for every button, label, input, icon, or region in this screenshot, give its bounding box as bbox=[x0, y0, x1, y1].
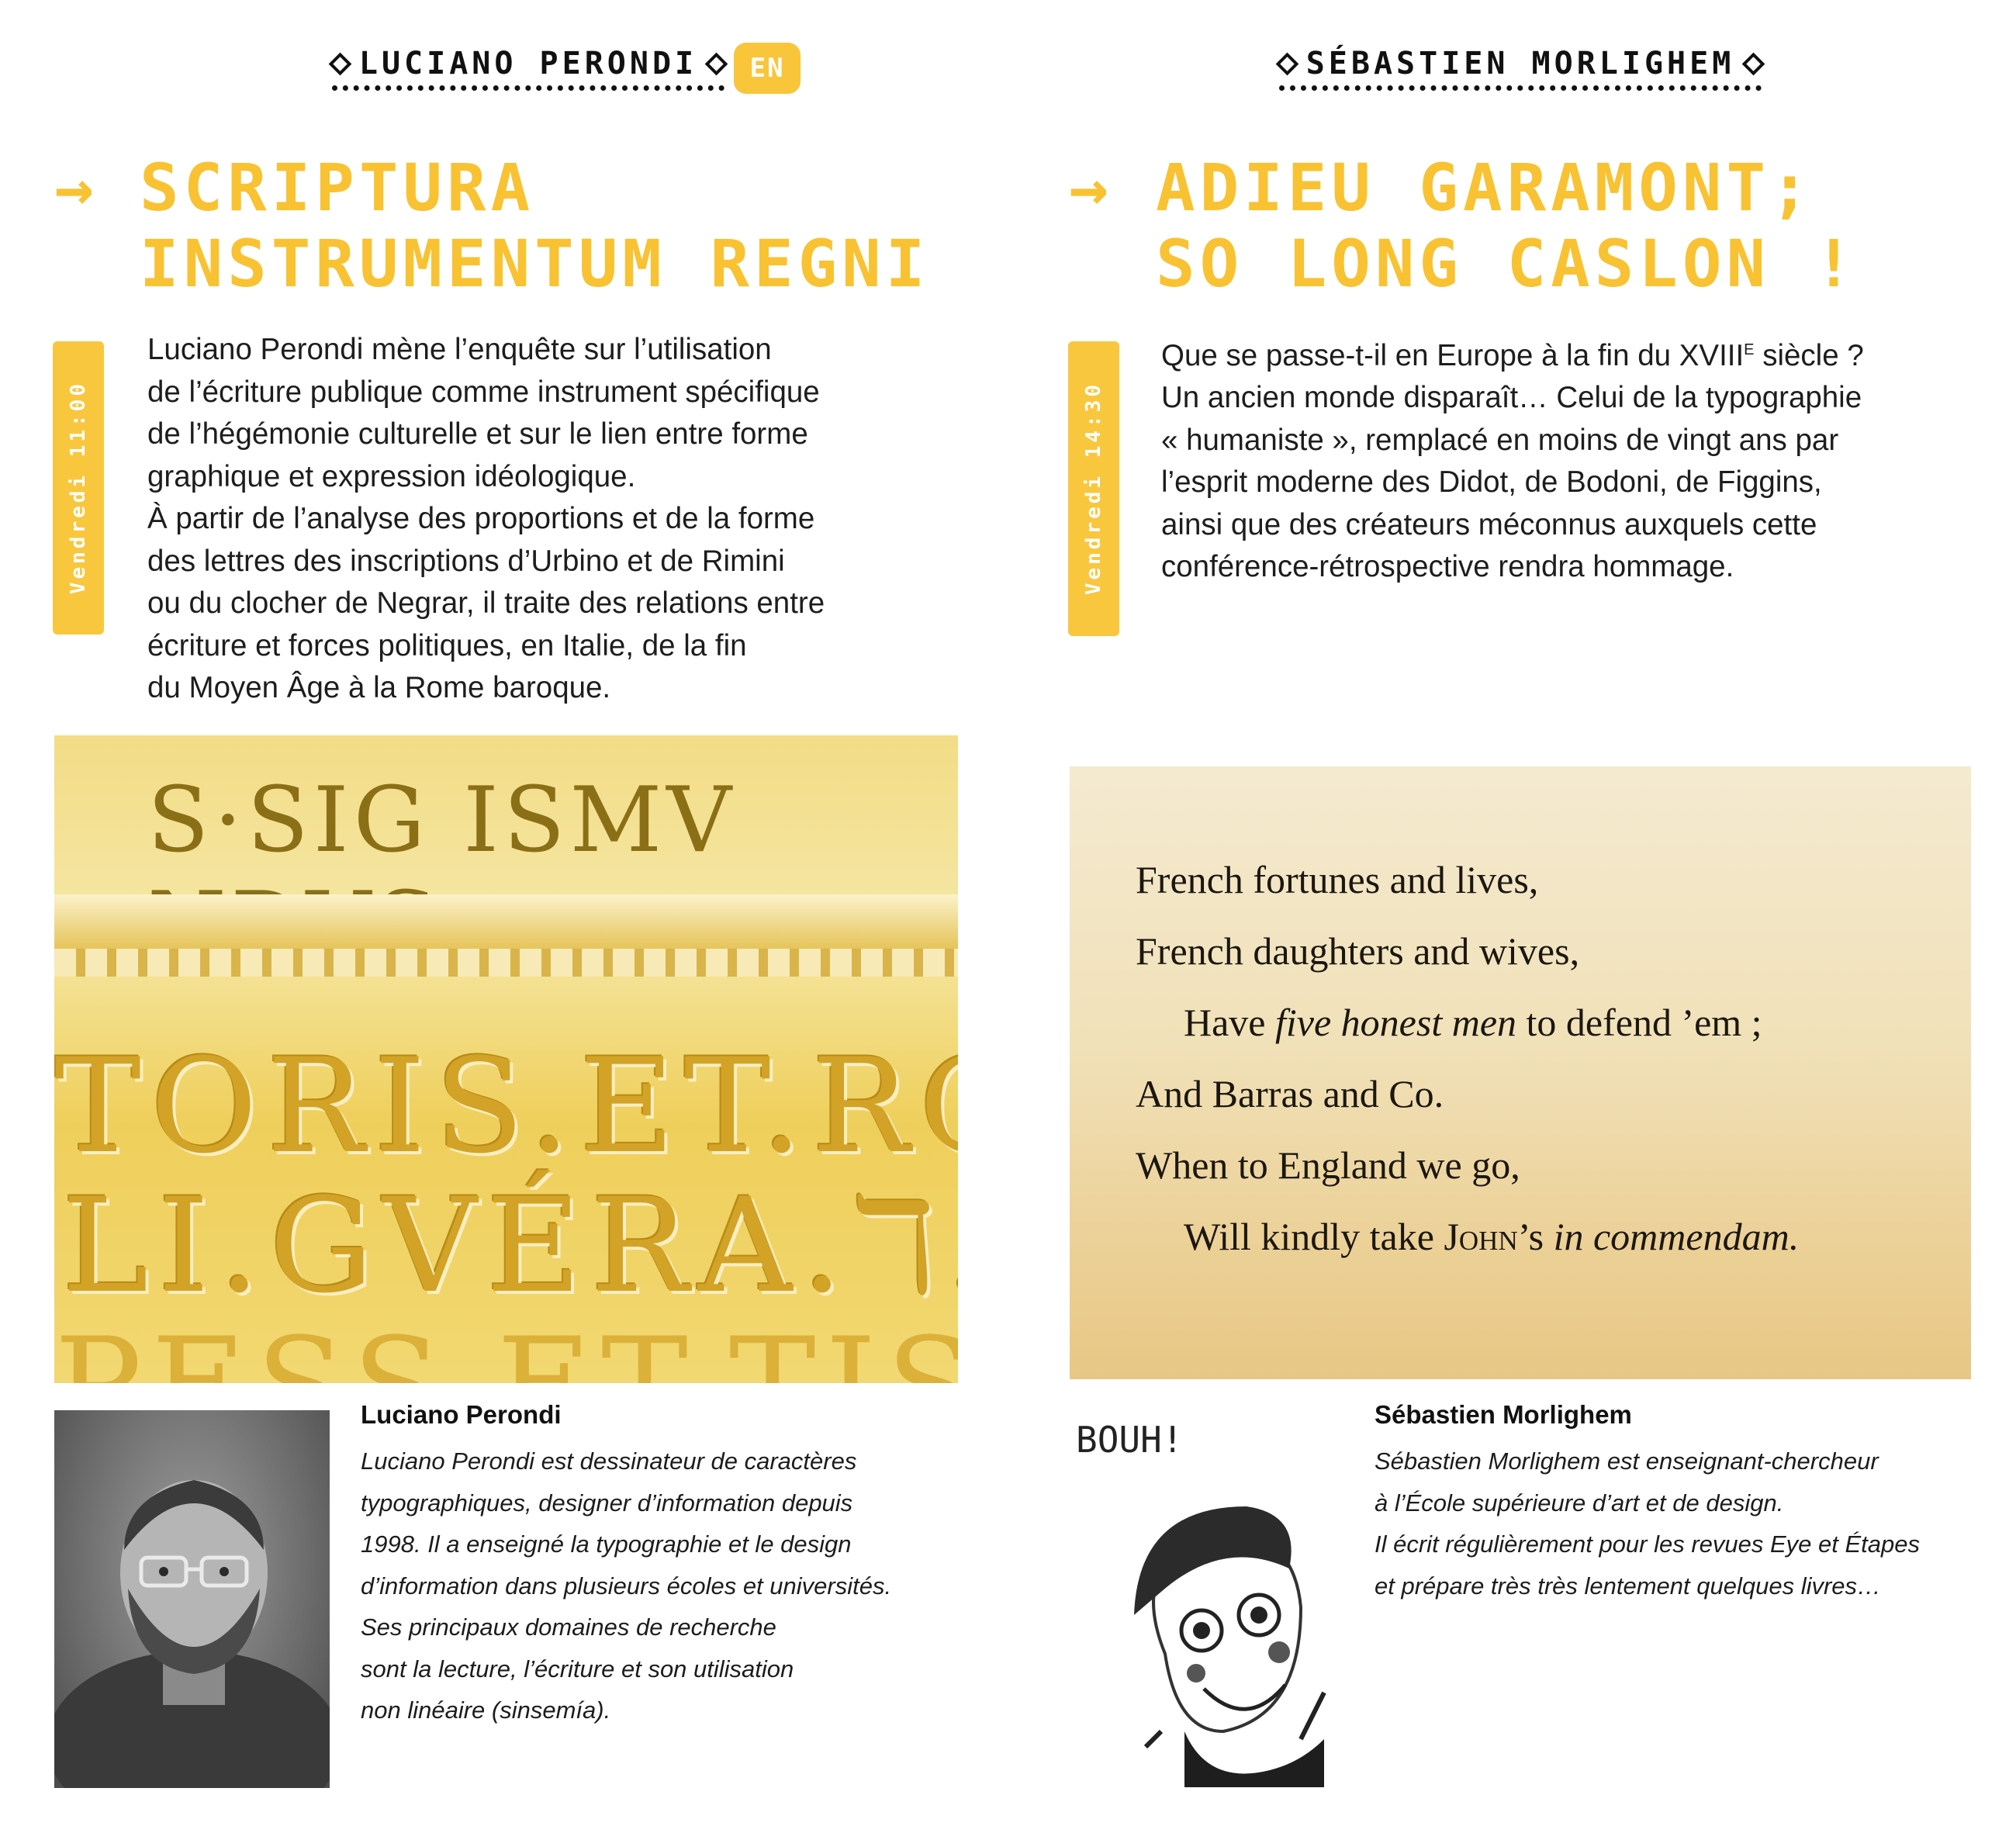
bio-line: d’information dans plusieurs écoles et u… bbox=[361, 1572, 892, 1600]
poem-line: French daughters and wives, bbox=[1136, 929, 1580, 973]
poem-fragment: Will kindly take bbox=[1184, 1215, 1444, 1258]
abstract-line: À partir de l’analyse des proportions et… bbox=[147, 502, 815, 535]
poem-text: French fortunes and lives, French daught… bbox=[1136, 844, 1799, 1272]
inscription-row: TORIS.ET.RO bbox=[54, 1030, 958, 1182]
right-title-line1: Adieu Garamont; bbox=[1156, 150, 1814, 226]
left-speaker-label: Luciano Perondi bbox=[358, 46, 698, 81]
bio-line: Il écrit régulièrement pour les revues E… bbox=[1375, 1530, 1921, 1558]
diamond-icon bbox=[704, 52, 728, 75]
abstract-line1-text: Que se passe-t-il en Europe à la fin du … bbox=[1161, 338, 1745, 372]
left-day-badge: Vendredi 11:00 bbox=[53, 341, 104, 635]
abstract-line: Que se passe-t-il en Europe à la fin du … bbox=[1161, 329, 1983, 377]
inscription-row: PESS.ET.TIS bbox=[54, 1309, 958, 1383]
bio-line: et prépare très très lentement quelques … bbox=[1375, 1572, 1882, 1600]
bio-line: à l’École supérieure d’art et de design. bbox=[1375, 1489, 1784, 1517]
poem-fragment: Have bbox=[1184, 1001, 1275, 1044]
printed-poem-photo: French fortunes and lives, French daught… bbox=[1070, 766, 1971, 1379]
drawing-caption: BOUH! bbox=[1076, 1419, 1183, 1461]
left-title-line1: Scriptura bbox=[140, 150, 535, 226]
drawing-illustration: BOUH! bbox=[1076, 1419, 1326, 1787]
right-bio: Sébastien Morlighem Sébastien Morlighem … bbox=[1375, 1400, 1980, 1606]
left-title-arrow-icon: → bbox=[54, 150, 94, 226]
bio-line: Ses principaux domaines de recherche bbox=[361, 1613, 776, 1641]
poem-fragment: ’s bbox=[1517, 1215, 1554, 1258]
right-day-badge: Vendredi 14:30 bbox=[1068, 341, 1119, 636]
abstract-line: conférence-rétrospective rendra hommage. bbox=[1161, 550, 1734, 584]
bio-line: 1998. Il a enseigné la typographie et le… bbox=[361, 1530, 852, 1558]
diamond-icon bbox=[1741, 52, 1765, 75]
abstract-line: des lettres des inscriptions d’Urbino et… bbox=[147, 544, 785, 578]
poem-line: Will kindly take John’s in commendam. bbox=[1136, 1201, 1799, 1272]
left-speaker-header: Luciano Perondi EN bbox=[295, 43, 838, 94]
poem-line: When to England we go, bbox=[1136, 1143, 1520, 1187]
poem-italic: five honest men bbox=[1275, 1001, 1517, 1044]
abstract-line: graphique et expression idéologique. bbox=[147, 459, 636, 493]
portrait-illustration bbox=[54, 1480, 330, 1788]
right-day-badge-text: Vendredi 14:30 bbox=[1082, 382, 1105, 596]
inscription-row: LI.GVÉRA.ℸ.H bbox=[62, 1170, 958, 1322]
abstract-line: « humaniste », remplacé en moins de ving… bbox=[1161, 423, 1839, 457]
left-bio: Luciano Perondi Luciano Perondi est dess… bbox=[361, 1400, 950, 1731]
abstract-line: Luciano Perondi mène l’enquête sur l’uti… bbox=[147, 333, 772, 366]
poem-line: And Barras and Co. bbox=[1136, 1072, 1444, 1115]
right-talk-title: Adieu Garamont; so long Caslon ! bbox=[1156, 150, 1858, 302]
right-title-arrow-icon: → bbox=[1069, 150, 1108, 226]
abstract-line: de l’écriture publique comme instrument … bbox=[147, 375, 820, 409]
diamond-icon bbox=[1275, 52, 1299, 75]
right-speaker-header: Sébastien Morlighem bbox=[1210, 43, 1831, 94]
diamond-icon bbox=[328, 52, 352, 75]
abstract-line: du Moyen Âge à la Rome baroque. bbox=[147, 671, 611, 704]
poem-fragment: to defend ’em ; bbox=[1516, 1001, 1762, 1044]
poem-smallcaps: John bbox=[1444, 1215, 1518, 1258]
right-abstract: Que se passe-t-il en Europe à la fin du … bbox=[1161, 329, 1983, 589]
right-speaker-label: Sébastien Morlighem bbox=[1305, 46, 1735, 81]
abstract-line: écriture et forces politiques, en Italie… bbox=[147, 628, 747, 662]
bio-line: Luciano Perondi est dessinateur de carac… bbox=[361, 1447, 857, 1475]
language-badge: EN bbox=[734, 43, 801, 94]
bio-line: sont la lecture, l’écriture et son utili… bbox=[361, 1655, 794, 1683]
poem-line: French fortunes and lives, bbox=[1136, 858, 1539, 901]
inscription-photo: S·SIG ISMV NDVS TORIS.ET.RO LI.GVÉRA.ℸ.H… bbox=[54, 735, 958, 1383]
bio-line: Sébastien Morlighem est enseignant-cherc… bbox=[1375, 1447, 1879, 1475]
abstract-line1-end: siècle ? bbox=[1754, 338, 1864, 372]
left-title-line2: instrumentum regni bbox=[140, 226, 930, 302]
abstract-line: l’esprit moderne des Didot, de Bodoni, d… bbox=[1161, 465, 1822, 500]
left-day-badge-text: Vendredi 11:00 bbox=[67, 381, 90, 595]
bio-line: non linéaire (sinsemía). bbox=[361, 1696, 611, 1724]
bio-name: Luciano Perondi bbox=[361, 1400, 562, 1429]
bio-line: typographiques, designer d’information d… bbox=[361, 1489, 853, 1517]
left-talk-title: Scriptura instrumentum regni bbox=[140, 150, 929, 302]
poem-italic: in commendam. bbox=[1553, 1215, 1800, 1258]
child-drawing: BOUH! bbox=[1068, 1406, 1344, 1787]
poem-line: Have five honest men to defend ’em ; bbox=[1136, 987, 1799, 1058]
ledge bbox=[54, 894, 958, 949]
bio-name: Sébastien Morlighem bbox=[1375, 1400, 1632, 1429]
abstract-line: ou du clocher de Negrar, il traite des r… bbox=[147, 586, 825, 620]
century-superscript: E bbox=[1744, 341, 1755, 358]
speaker-portrait-photo bbox=[54, 1410, 330, 1788]
left-abstract: Luciano Perondi mène l’enquête sur l’uti… bbox=[147, 329, 923, 710]
right-title-line2: so long Caslon ! bbox=[1156, 226, 1859, 302]
abstract-line: ainsi que des créateurs méconnus auxquel… bbox=[1161, 507, 1817, 541]
abstract-line: de l’hégémonie culturelle et sur le lien… bbox=[147, 417, 808, 451]
dentil-molding bbox=[54, 949, 958, 977]
abstract-line: Un ancien monde disparaît… Celui de la t… bbox=[1161, 381, 1862, 415]
